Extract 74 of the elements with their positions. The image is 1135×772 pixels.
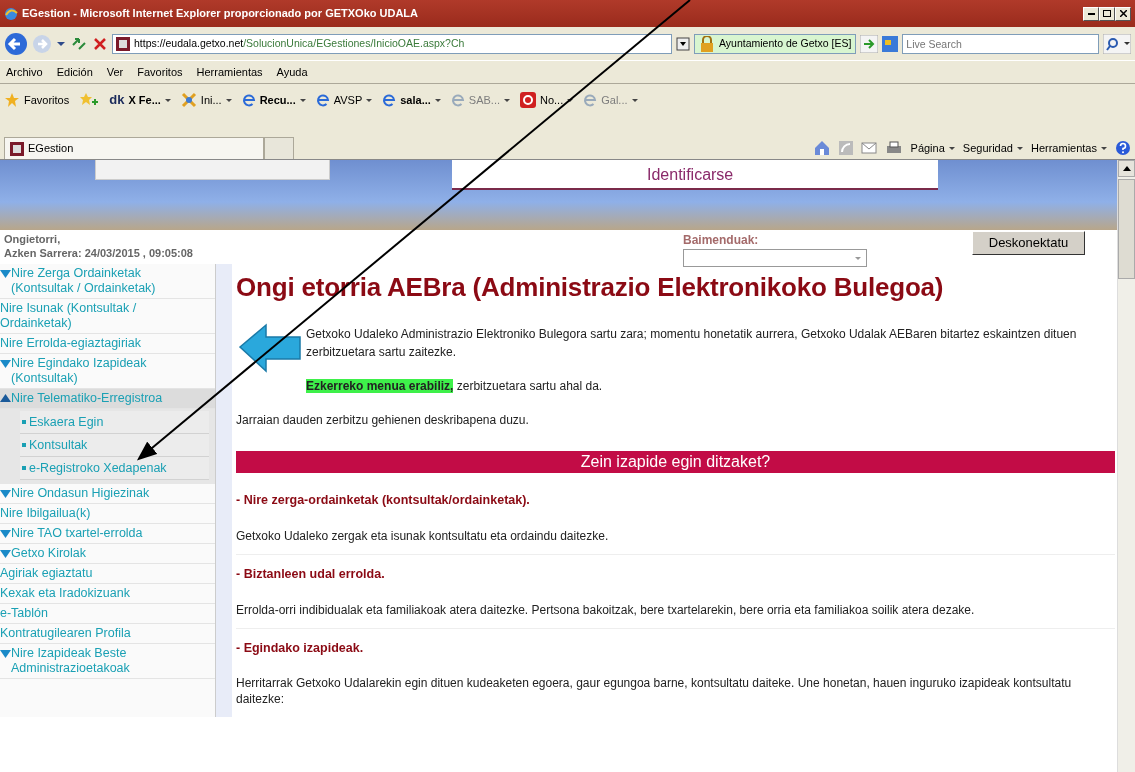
hint-text: Ezkerreko menua erabiliz, zerbitzuetara sartu ahal da.	[306, 378, 604, 395]
lock-icon	[699, 35, 715, 52]
collapse-triangle-icon[interactable]	[0, 391, 11, 404]
scroll-thumb[interactable]	[1118, 179, 1135, 279]
security-status[interactable]: Ayuntamiento de Getxo [ES]	[694, 33, 857, 54]
section-text: Herritarrak Getxoko Udalarekin egin dituen kudeaketen egoera, gaur egungoa barne, kontsultatu daiteke. Une honetan, hauen inguruko izapideak kontsultatu daitezke:	[236, 675, 1073, 708]
menu-item[interactable]: Ver	[106, 63, 124, 81]
section-heading: - Egindako izapideak.	[236, 639, 365, 657]
site-icon	[116, 36, 130, 51]
favorite-link[interactable]: Ini...	[180, 91, 232, 109]
go-icon[interactable]	[860, 34, 879, 53]
section-heading: - Nire zerga-ordainketak (kontsultak/ordainketak).	[236, 492, 531, 509]
command-menu[interactable]: Herramientas	[1030, 139, 1107, 157]
scroll-up-button[interactable]	[1118, 160, 1135, 177]
menu-item[interactable]: Favoritos	[137, 63, 183, 81]
command-menu[interactable]: Seguridad	[962, 139, 1023, 157]
ie-logo-icon	[4, 6, 18, 21]
login-link[interactable]: Identificarse	[647, 163, 734, 187]
favorite-link[interactable]: AVSP	[315, 91, 373, 109]
favorite-link[interactable]: dk X Fe...	[109, 90, 171, 110]
scrollbar[interactable]	[1117, 160, 1135, 772]
command-menu[interactable]: Página	[910, 139, 955, 157]
ie-page-icon	[241, 92, 256, 108]
add-favorite-icon[interactable]	[79, 92, 100, 108]
dropdown-arrow-icon	[854, 256, 862, 261]
ie-page-icon	[382, 92, 397, 108]
menu-item[interactable]: Archivo	[6, 63, 43, 81]
browser-tab[interactable]: EGestion	[4, 137, 264, 159]
dropdown-icon[interactable]	[676, 36, 690, 51]
close-button[interactable]	[1115, 6, 1131, 21]
welcome-text: Ongietorri,	[4, 232, 61, 246]
ie-page-icon	[583, 92, 598, 108]
stop-icon[interactable]	[92, 35, 108, 52]
section-text: Errolda-orri indibidualak eta familiakoak atera daitezke. Pertsona bakoitzak, bere txartelarekin, bere orria eta familiakoa soilik atera dezake.	[236, 601, 976, 618]
minimize-icon	[1087, 12, 1095, 15]
intro-text: Getxoko Udaleko Administrazio Elektroniko Bulegora sartu zara; momentu honetatik aurrera, Getxoko Udalak AEBaren bitartez eskaintzen dituen zerbitzuetara sartu zaitezke.	[306, 326, 1078, 361]
permissions-select[interactable]	[683, 249, 867, 267]
round-logo-icon	[520, 92, 536, 108]
favorite-link[interactable]: No...	[520, 91, 574, 109]
address-field[interactable]: https://eudala.getxo.net/SolucionUnica/EGestiones/InicioOAE.aspx?Ch	[112, 33, 672, 54]
menu-item[interactable]: Ayuda	[276, 63, 308, 81]
search-icon[interactable]	[1103, 33, 1131, 54]
section-title-bar: Zein izapide egin ditzaket?	[236, 451, 1115, 473]
window-title: EGestion - Microsoft Internet Explorer proporcionado por GETXOko UDALA	[22, 6, 420, 22]
ie-page-icon	[450, 92, 465, 108]
colorful-icon	[180, 92, 197, 108]
mail-icon[interactable]	[860, 140, 877, 156]
permissions-label: Baimenduak:	[683, 232, 760, 249]
star-icon	[4, 92, 20, 108]
restore-button[interactable]	[1099, 6, 1115, 21]
favorite-link[interactable]: sala...	[382, 91, 441, 109]
new-tab-button[interactable]	[264, 137, 294, 159]
favorite-link[interactable]: Recu...	[241, 91, 306, 109]
print-icon[interactable]	[884, 140, 903, 156]
section-heading: - Biztanleen udal errolda.	[236, 565, 386, 583]
restore-icon	[1103, 10, 1111, 17]
site-icon	[10, 141, 24, 156]
menu-item[interactable]: Herramientas	[196, 63, 263, 81]
description-text: Jarraian dauden zerbitzu gehienen deskribapena duzu.	[236, 412, 530, 429]
up-arrow-icon	[1122, 166, 1131, 171]
last-login-text: Azken Sarrera: 24/03/2015 , 09:05:08	[4, 246, 193, 260]
help-icon[interactable]	[1115, 140, 1131, 156]
disconnect-button[interactable]: Deskonektatu	[972, 231, 1085, 255]
ie-page-icon	[315, 92, 330, 108]
favorites-button[interactable]: Favoritos	[4, 91, 70, 109]
section-text: Getxoko Udaleko zergak eta isunak kontsultatu eta ordaindu daitezke.	[236, 527, 610, 544]
menu-item[interactable]: Edición	[56, 63, 93, 81]
close-icon	[1119, 10, 1127, 17]
back-icon[interactable]	[4, 31, 28, 56]
minimize-button[interactable]	[1083, 6, 1099, 21]
home-icon[interactable]	[812, 139, 831, 157]
feed-icon[interactable]	[838, 141, 853, 155]
search-field[interactable]: Live Search	[902, 33, 1099, 54]
live-search-icon	[882, 35, 899, 52]
